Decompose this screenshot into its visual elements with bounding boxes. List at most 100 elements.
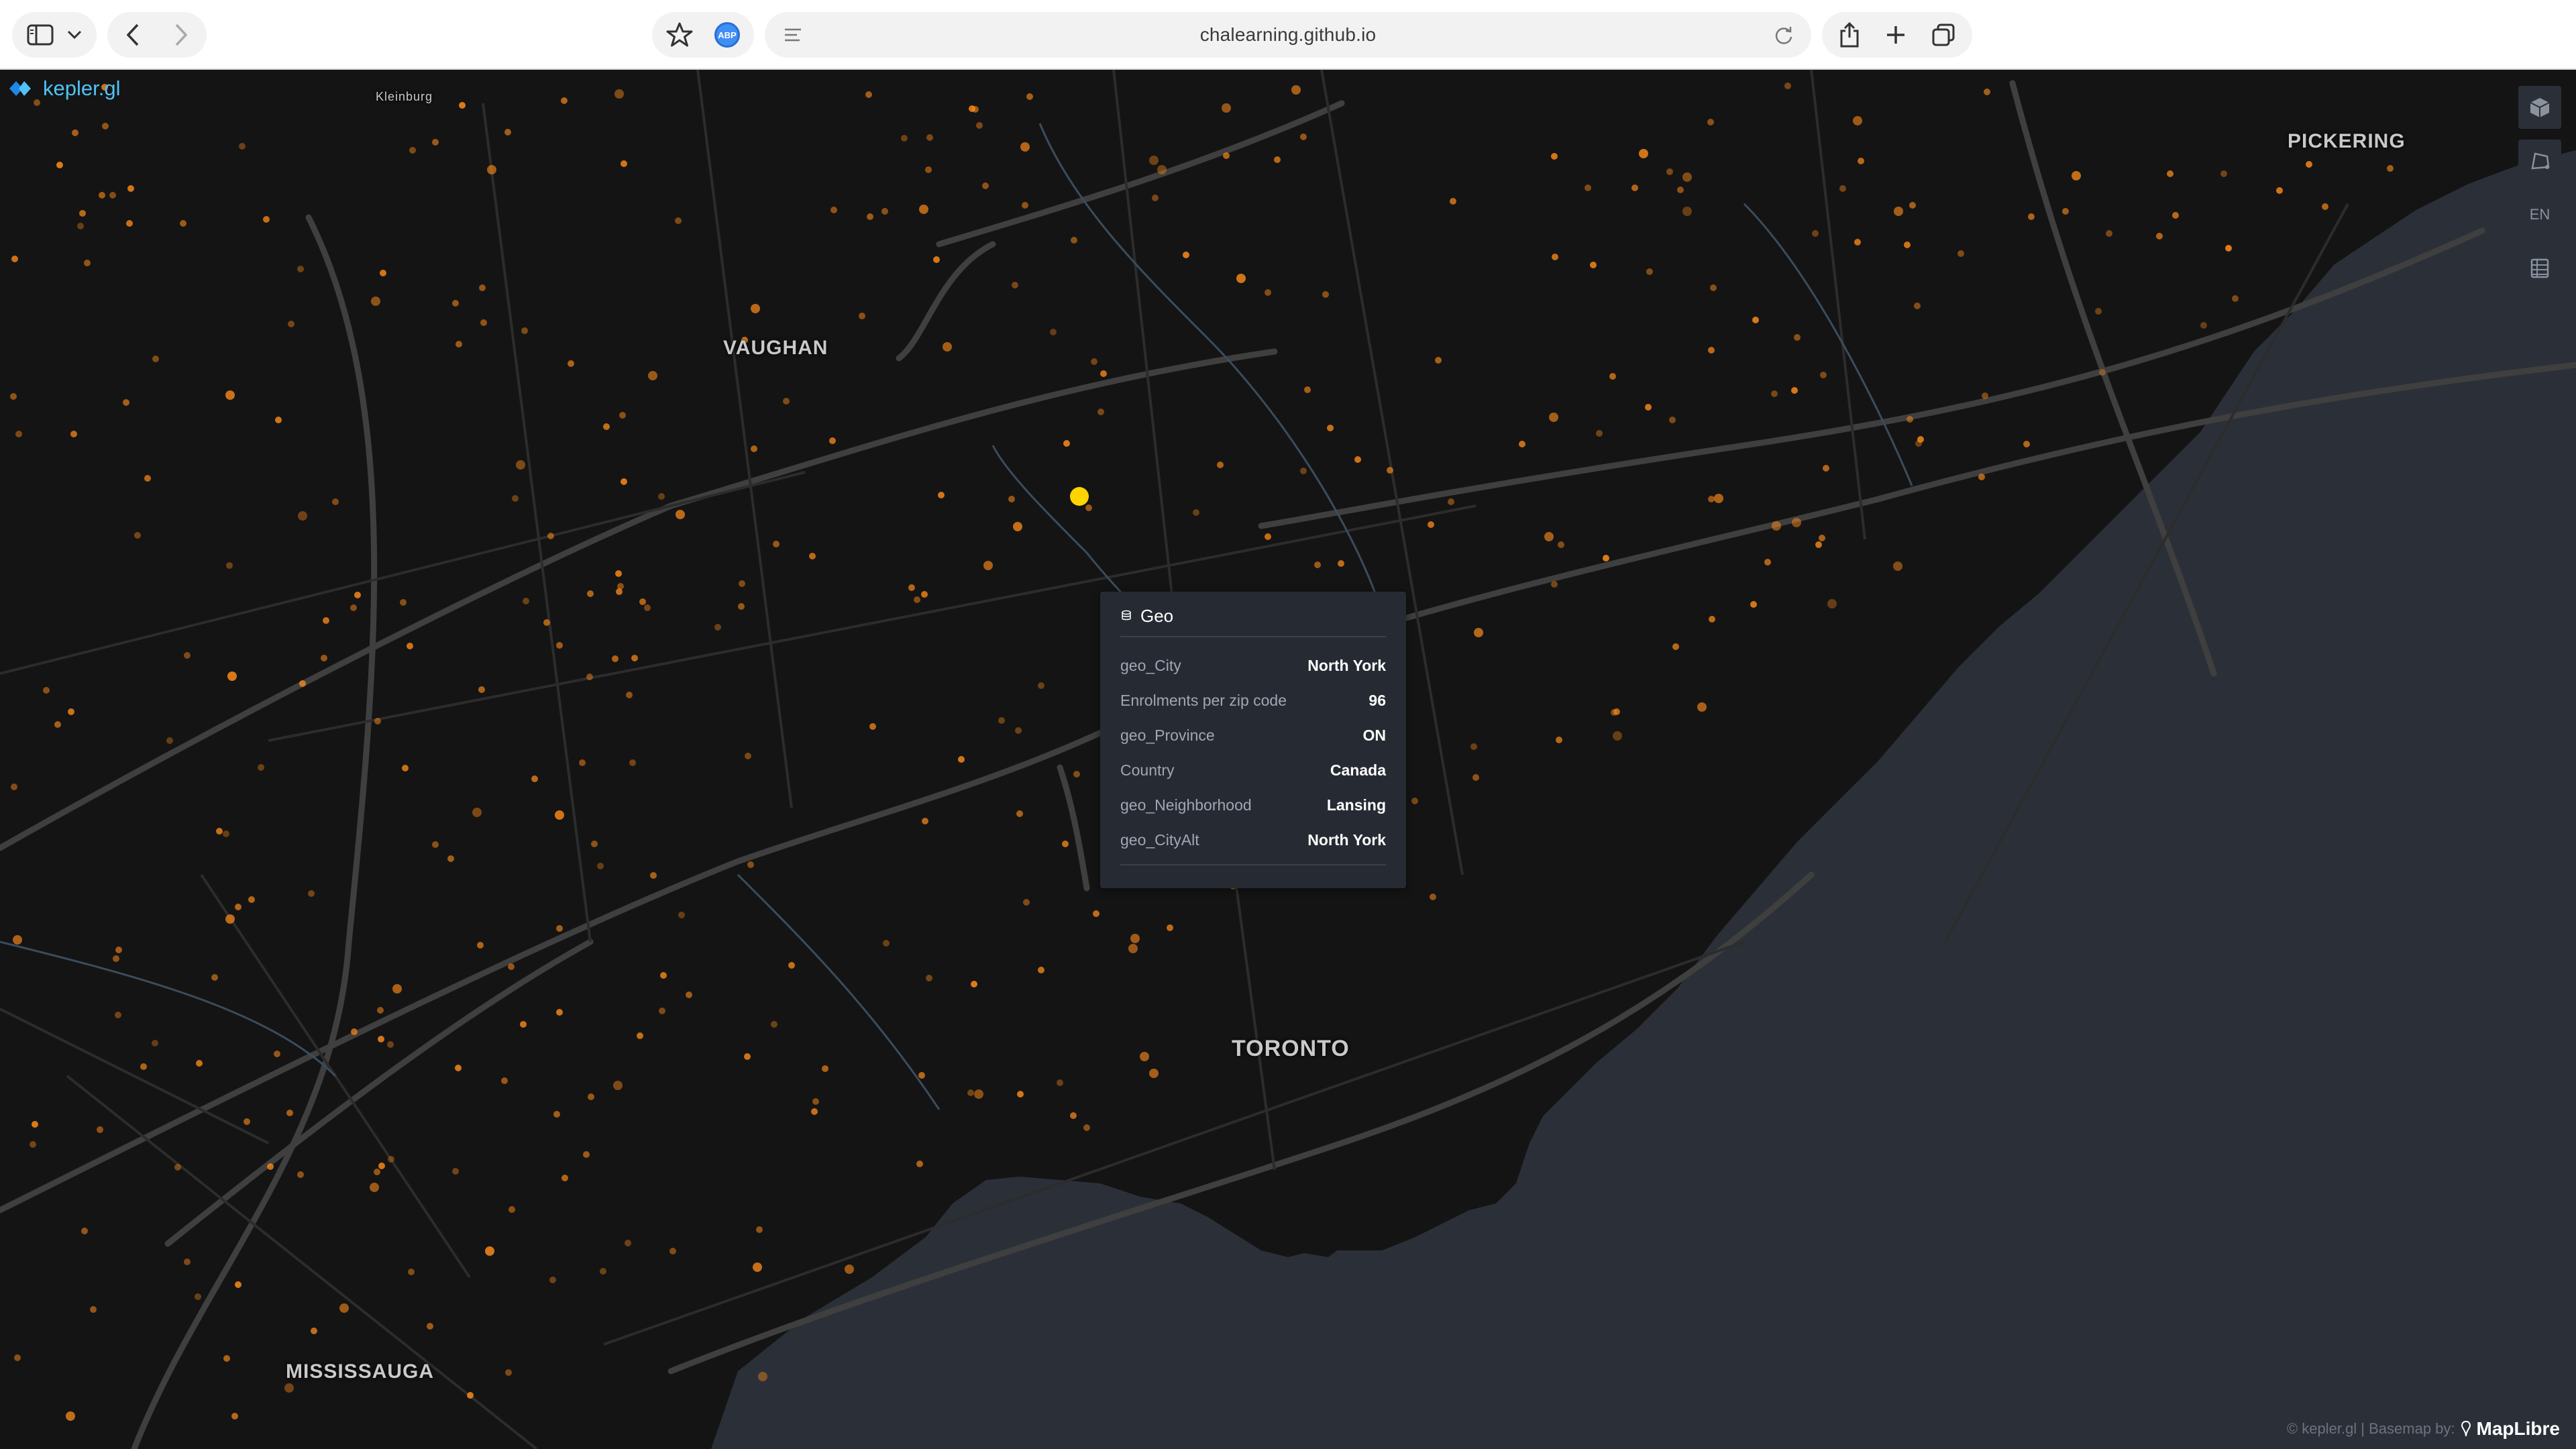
data-point[interactable]	[1013, 522, 1022, 531]
data-point[interactable]	[501, 1077, 508, 1084]
data-point[interactable]	[1327, 425, 1334, 431]
data-point[interactable]	[1304, 386, 1311, 393]
data-point[interactable]	[455, 1065, 462, 1071]
data-point[interactable]	[626, 692, 633, 698]
data-point[interactable]	[714, 624, 721, 631]
data-point[interactable]	[97, 1126, 103, 1133]
data-point[interactable]	[235, 1281, 241, 1288]
data-point[interactable]	[1149, 156, 1159, 165]
data-point[interactable]	[1752, 317, 1759, 323]
data-point[interactable]	[745, 753, 751, 759]
data-point[interactable]	[686, 991, 692, 998]
data-point[interactable]	[1387, 467, 1393, 474]
data-point[interactable]	[600, 1268, 606, 1275]
data-point[interactable]	[758, 1372, 767, 1381]
data-point[interactable]	[1071, 237, 1077, 244]
data-point[interactable]	[1672, 643, 1679, 650]
data-point[interactable]	[1812, 230, 1819, 237]
data-point[interactable]	[1085, 504, 1092, 511]
data-point[interactable]	[332, 498, 339, 505]
data-point[interactable]	[13, 935, 22, 945]
data-point[interactable]	[216, 828, 223, 835]
data-point[interactable]	[556, 925, 563, 932]
data-point[interactable]	[983, 561, 993, 570]
share-icon[interactable]	[1839, 21, 1860, 48]
data-point[interactable]	[10, 393, 17, 400]
data-point[interactable]	[452, 300, 459, 307]
data-point[interactable]	[520, 1021, 527, 1028]
data-point[interactable]	[90, 1306, 97, 1313]
data-point[interactable]	[597, 863, 604, 869]
data-point[interactable]	[919, 205, 928, 214]
data-point[interactable]	[225, 390, 235, 400]
data-point[interactable]	[2167, 170, 2174, 177]
data-point[interactable]	[311, 1328, 317, 1334]
data-point[interactable]	[1853, 116, 1862, 125]
data-point[interactable]	[1022, 202, 1028, 209]
data-point[interactable]	[427, 1323, 433, 1330]
data-point[interactable]	[883, 940, 890, 947]
data-point[interactable]	[308, 890, 315, 897]
data-point[interactable]	[299, 680, 306, 687]
3d-map-button[interactable]	[2518, 86, 2561, 129]
data-point[interactable]	[1073, 771, 1080, 777]
data-point[interactable]	[549, 1277, 556, 1283]
data-point[interactable]	[432, 841, 439, 848]
data-point[interactable]	[678, 912, 685, 918]
data-point[interactable]	[477, 942, 484, 949]
data-point[interactable]	[2023, 441, 2030, 447]
data-point[interactable]	[56, 162, 63, 168]
data-point[interactable]	[926, 134, 933, 141]
data-point[interactable]	[1603, 555, 1609, 561]
data-point[interactable]	[591, 841, 598, 847]
data-point[interactable]	[1091, 358, 1097, 365]
data-point[interactable]	[54, 721, 61, 728]
data-point[interactable]	[284, 1383, 294, 1393]
data-point[interactable]	[921, 591, 928, 598]
data-point[interactable]	[1819, 535, 1825, 541]
data-point[interactable]	[1020, 142, 1030, 152]
data-point[interactable]	[1839, 185, 1846, 192]
data-point[interactable]	[2062, 208, 2069, 215]
data-point[interactable]	[225, 914, 235, 924]
data-point[interactable]	[1858, 158, 1864, 164]
sidebar-toggle-button[interactable]	[12, 12, 97, 58]
data-point[interactable]	[380, 270, 386, 276]
data-point[interactable]	[812, 1098, 819, 1105]
data-point[interactable]	[908, 584, 915, 591]
data-point[interactable]	[619, 412, 626, 419]
data-point[interactable]	[1709, 616, 1715, 623]
maplibre-link[interactable]: MapLibre	[2477, 1418, 2560, 1440]
data-point[interactable]	[922, 818, 928, 824]
data-point[interactable]	[1038, 967, 1044, 973]
new-tab-icon[interactable]	[1886, 25, 1906, 45]
data-point[interactable]	[616, 588, 623, 595]
data-point[interactable]	[1791, 387, 1798, 394]
data-point[interactable]	[631, 655, 638, 661]
kepler-logo[interactable]: kepler.gl	[9, 76, 120, 101]
data-point[interactable]	[1093, 910, 1099, 917]
data-point[interactable]	[11, 784, 17, 790]
data-point[interactable]	[374, 718, 381, 724]
data-point[interactable]	[70, 431, 77, 437]
data-point[interactable]	[1792, 518, 1801, 527]
data-point[interactable]	[629, 759, 636, 766]
data-point[interactable]	[508, 1206, 515, 1213]
data-point[interactable]	[561, 97, 568, 104]
map-canvas[interactable]: kepler.gl VAUGHAN TORONTO MISSISSAUGA PI…	[0, 70, 2576, 1449]
data-point[interactable]	[751, 445, 757, 452]
data-point[interactable]	[615, 570, 622, 577]
data-point[interactable]	[1585, 184, 1591, 191]
data-point[interactable]	[1682, 207, 1692, 216]
data-point[interactable]	[1631, 184, 1638, 191]
data-point[interactable]	[455, 341, 462, 347]
data-point[interactable]	[1823, 465, 1829, 472]
data-point[interactable]	[901, 135, 908, 142]
data-point[interactable]	[1982, 392, 1988, 399]
data-point[interactable]	[184, 652, 191, 659]
data-point[interactable]	[467, 1392, 474, 1399]
data-point[interactable]	[371, 297, 380, 306]
data-point[interactable]	[211, 974, 218, 981]
data-point[interactable]	[918, 1072, 925, 1079]
data-point[interactable]	[933, 256, 940, 263]
